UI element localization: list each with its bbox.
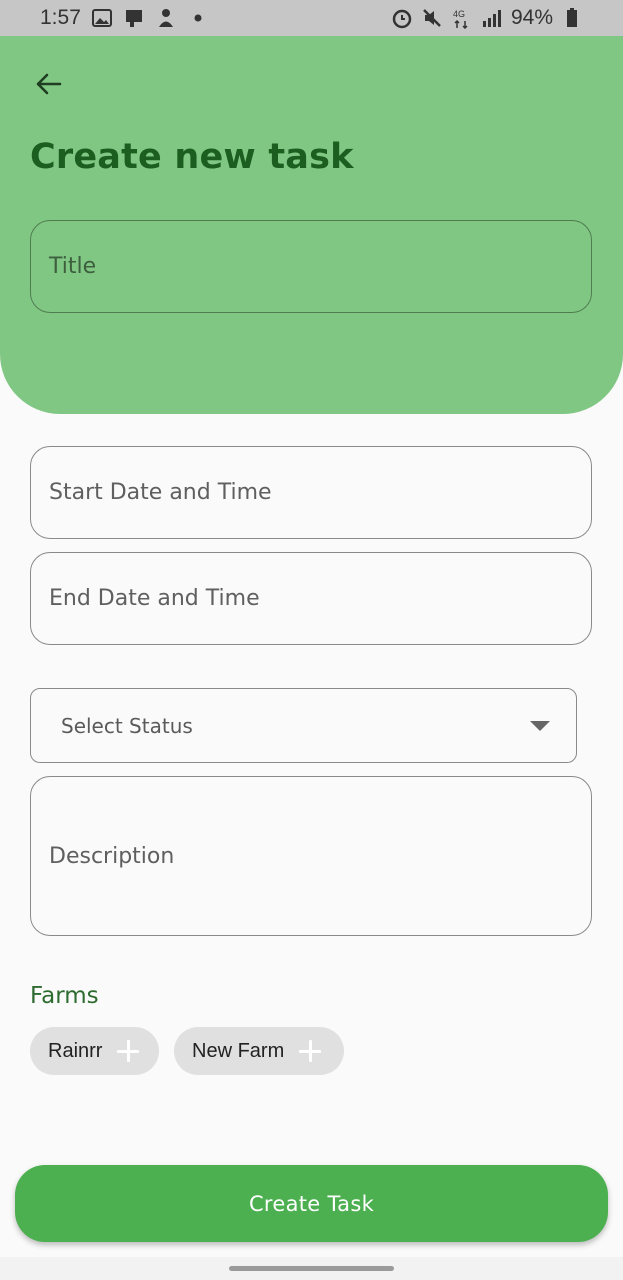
start-date-placeholder: Start Date and Time: [49, 480, 272, 505]
arrow-left-icon: [36, 73, 62, 95]
plus-icon: [116, 1039, 140, 1063]
farms-heading: Farms: [30, 983, 99, 1009]
dot-icon: [187, 7, 209, 29]
description-input[interactable]: Description: [30, 776, 592, 936]
end-date-placeholder: End Date and Time: [49, 586, 260, 611]
battery-icon: [561, 7, 583, 29]
status-bar-left: 1:57: [40, 6, 209, 30]
status-select-label: Select Status: [61, 713, 193, 738]
title-input[interactable]: Title: [30, 220, 592, 313]
start-date-input[interactable]: Start Date and Time: [30, 446, 592, 539]
gallery-icon: [91, 7, 113, 29]
plus-icon: [298, 1039, 322, 1063]
status-select[interactable]: Select Status: [30, 688, 577, 763]
title-placeholder: Title: [49, 254, 97, 279]
network-icon: 4G: [451, 7, 473, 29]
battery-percent: 94%: [510, 6, 553, 29]
create-task-label: Create Task: [248, 1191, 375, 1216]
end-date-input[interactable]: End Date and Time: [30, 552, 592, 645]
status-bar-right: 4G 94%: [391, 6, 583, 30]
system-nav-bar: [0, 1257, 623, 1280]
status-bar: 1:57 4G 94%: [0, 0, 623, 36]
status-time: 1:57: [40, 6, 81, 29]
farm-chip-label: New Farm: [192, 1039, 285, 1062]
mute-icon: [421, 7, 443, 29]
farm-chip-rainrr[interactable]: Rainrr: [30, 1027, 159, 1075]
alarm-icon: [391, 7, 413, 29]
signal-icon: [481, 7, 503, 29]
clipboard-icon: [123, 7, 145, 29]
app-notification-icon: [155, 7, 177, 29]
farm-chip-label: Rainrr: [48, 1039, 103, 1062]
create-task-button[interactable]: Create Task: [15, 1165, 608, 1242]
home-indicator[interactable]: [229, 1266, 394, 1271]
description-placeholder: Description: [49, 843, 175, 869]
back-button[interactable]: [30, 64, 66, 104]
chevron-down-icon: [530, 720, 550, 731]
page-title: Create new task: [30, 137, 354, 177]
network-label: 4G: [453, 9, 465, 19]
farm-chip-new-farm[interactable]: New Farm: [174, 1027, 344, 1075]
